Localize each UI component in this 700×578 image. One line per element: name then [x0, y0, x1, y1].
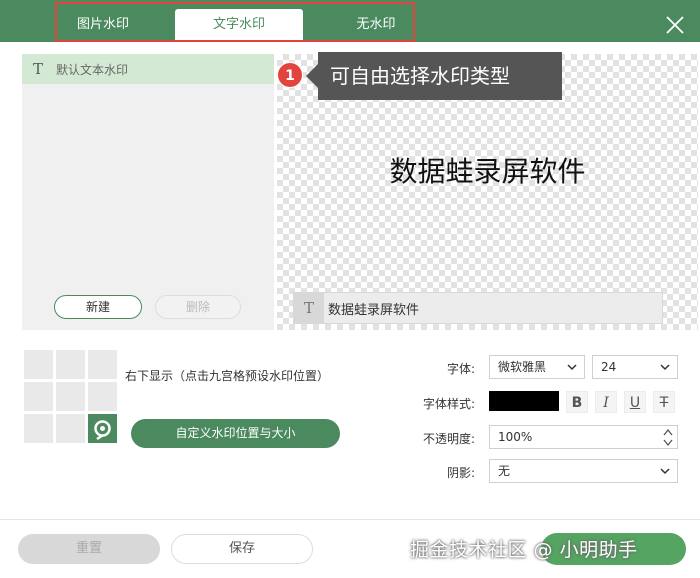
- position-grid: [24, 350, 118, 444]
- grid-cell-top-left[interactable]: [24, 350, 53, 379]
- chevron-up-icon[interactable]: [663, 428, 673, 437]
- reset-button[interactable]: 重置: [18, 534, 160, 564]
- footer-divider: [0, 519, 700, 520]
- text-icon: T: [294, 293, 324, 323]
- font-color-swatch[interactable]: [489, 391, 559, 411]
- tab-text-watermark[interactable]: 文字水印: [175, 9, 303, 40]
- close-icon[interactable]: [664, 14, 686, 36]
- list-item-label: 默认文本水印: [56, 63, 129, 77]
- preview-watermark-text: 数据蛙录屏软件: [389, 155, 586, 188]
- chevron-down-icon: [660, 468, 670, 475]
- chevron-down-icon: [660, 364, 670, 371]
- chevron-down-icon[interactable]: [663, 438, 673, 447]
- font-family-value: 微软雅黑: [498, 360, 547, 374]
- underline-button[interactable]: U: [624, 391, 646, 413]
- bold-button[interactable]: B: [566, 391, 588, 413]
- callout-tooltip: 可自由选择水印类型: [318, 52, 562, 100]
- callout-arrow: [306, 64, 318, 88]
- shadow-value: 无: [498, 464, 511, 478]
- opacity-stepper[interactable]: 100%: [489, 425, 678, 449]
- font-size-select[interactable]: 24: [592, 355, 678, 379]
- shadow-label: 阴影:: [446, 466, 475, 480]
- grid-cell-bottom-left[interactable]: [24, 414, 53, 443]
- grid-cell-middle-right[interactable]: [88, 382, 117, 411]
- opacity-value: 100%: [498, 430, 533, 444]
- font-label: 字体:: [446, 362, 475, 376]
- italic-button[interactable]: I: [595, 391, 617, 413]
- list-item-default-text-watermark[interactable]: T 默认文本水印: [22, 54, 274, 84]
- custom-position-size-button[interactable]: 自定义水印位置与大小: [131, 419, 340, 448]
- grid-cell-bottom-right[interactable]: [88, 414, 117, 443]
- grid-cell-top-center[interactable]: [56, 350, 85, 379]
- grid-cell-bottom-center[interactable]: [56, 414, 85, 443]
- font-style-label: 字体样式:: [422, 397, 475, 411]
- source-watermark-text: 掘金技术社区 @ 小明助手: [410, 539, 638, 561]
- save-button[interactable]: 保存: [171, 534, 313, 564]
- grid-cell-middle-left[interactable]: [24, 382, 53, 411]
- tab-no-watermark[interactable]: 无水印: [328, 9, 424, 40]
- shadow-select[interactable]: 无: [489, 459, 678, 483]
- grid-cell-top-right[interactable]: [88, 350, 117, 379]
- delete-button[interactable]: 删除: [155, 295, 241, 319]
- tab-image-watermark[interactable]: 图片水印: [56, 9, 150, 40]
- font-size-value: 24: [601, 360, 617, 374]
- watermark-list-panel: T 默认文本水印 新建 删除: [22, 54, 274, 330]
- position-description: 右下显示（点击九宫格预设水印位置）: [125, 369, 330, 383]
- opacity-label: 不透明度:: [422, 432, 475, 446]
- text-icon: T: [33, 60, 44, 78]
- logo-icon: [94, 420, 111, 441]
- watermark-text-input[interactable]: [328, 296, 658, 320]
- callout-number-badge: 1: [277, 62, 303, 88]
- watermark-text-field[interactable]: T: [293, 292, 663, 324]
- font-family-select[interactable]: 微软雅黑: [489, 355, 585, 379]
- grid-cell-center[interactable]: [56, 382, 85, 411]
- chevron-down-icon: [567, 364, 577, 371]
- strikethrough-button[interactable]: T: [653, 391, 675, 413]
- new-button[interactable]: 新建: [54, 295, 142, 319]
